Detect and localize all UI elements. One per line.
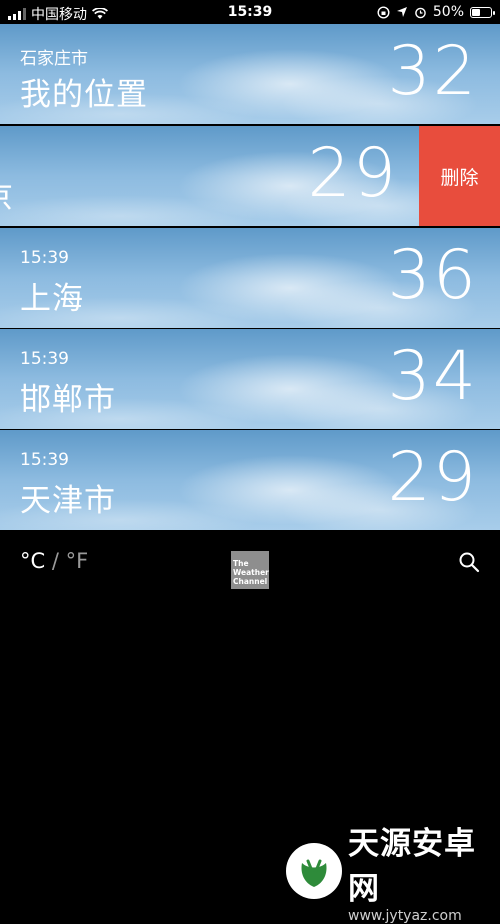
city-name: 我的位置 (20, 77, 148, 113)
city-row-subtitle: 石家庄市 (20, 49, 88, 69)
city-row-shanghai[interactable]: 15:39 上海 36 (0, 228, 500, 328)
status-bar: 中国移动 15:39 50% (0, 0, 500, 26)
battery-percent: 50% (432, 4, 464, 20)
city-temperature: 36 (387, 236, 478, 315)
city-row-my-location[interactable]: 石家庄市 我的位置 32 (0, 24, 500, 124)
logo-line: Weather (233, 568, 269, 577)
watermark-url: www.jytyaz.com (348, 908, 462, 924)
watermark-text: 天源安卓网 www.jytyaz.com (348, 818, 500, 924)
rotation-lock-icon (377, 5, 390, 19)
weather-channel-logo[interactable]: The Weather Channel (231, 551, 269, 589)
city-temperature: 34 (387, 337, 478, 416)
watermark-logo-icon (286, 843, 342, 899)
city-row-tianjin[interactable]: 15:39 天津市 29 (0, 430, 500, 530)
battery-icon (470, 6, 495, 18)
watermark: 天源安卓网 www.jytyaz.com (286, 818, 500, 924)
unit-separator: / (51, 549, 59, 573)
location-icon (396, 7, 407, 17)
logo-line: Channel (233, 577, 268, 586)
search-icon[interactable] (458, 551, 480, 573)
city-name: 京 (0, 172, 13, 217)
city-temperature: 29 (307, 134, 398, 213)
city-temperature: 29 (387, 438, 478, 517)
city-row-swiped[interactable]: 京 29 删除 (0, 126, 500, 226)
fahrenheit-option[interactable]: °F (66, 549, 89, 573)
watermark-title: 天源安卓网 (348, 826, 476, 907)
city-name: 邯郸市 (20, 382, 116, 418)
logo-line: The (233, 559, 249, 568)
city-row-time: 15:39 (20, 349, 69, 369)
city-name: 上海 (20, 281, 84, 317)
city-temperature: 32 (387, 32, 478, 111)
city-row-time: 15:39 (20, 248, 69, 268)
swiped-row-content[interactable]: 京 29 (0, 126, 420, 226)
status-right: 50% (377, 4, 495, 20)
city-row-time: 15:39 (20, 450, 69, 470)
city-row-handan[interactable]: 15:39 邯郸市 34 (0, 329, 500, 429)
bottom-toolbar: °C / °F The Weather Channel (0, 531, 500, 591)
delete-button[interactable]: 删除 (419, 126, 500, 226)
unit-toggle[interactable]: °C / °F (20, 549, 88, 573)
celsius-option[interactable]: °C (20, 549, 45, 573)
city-name: 天津市 (20, 483, 116, 519)
alarm-icon (415, 7, 426, 18)
